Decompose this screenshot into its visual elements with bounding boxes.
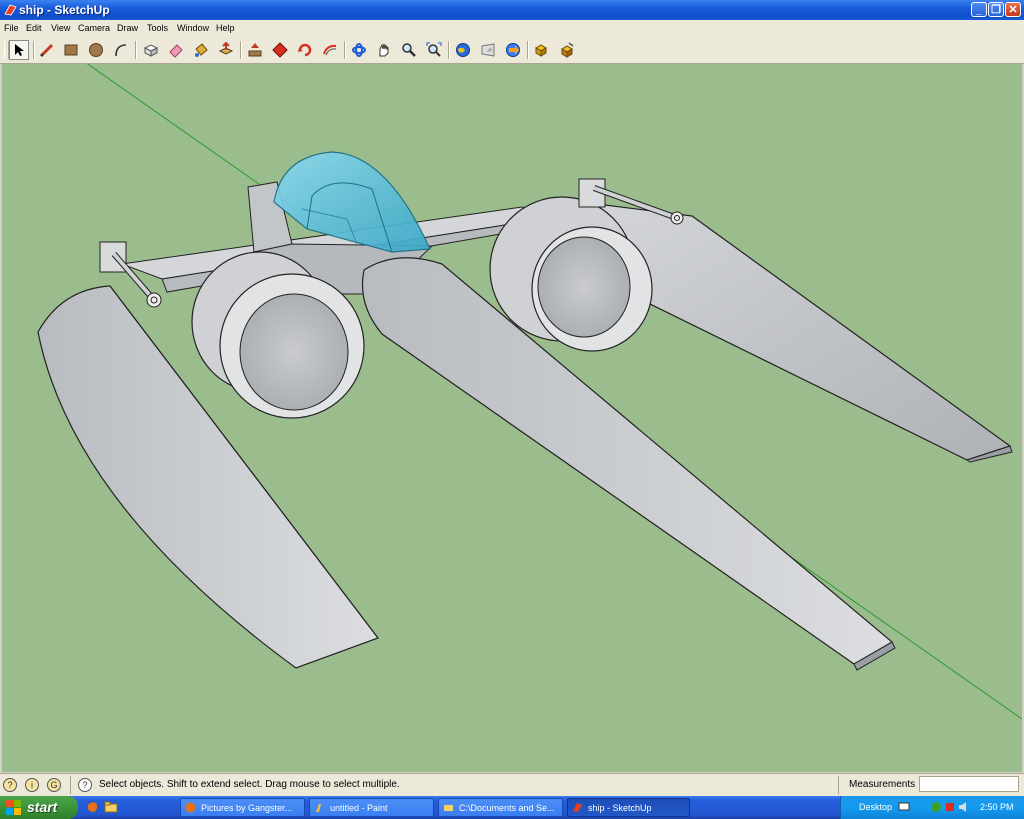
ship-model-drawing: [37, 64, 1022, 720]
folder-icon: [444, 805, 453, 811]
left-gun-muzzle: [146, 292, 162, 308]
measurements-input[interactable]: [919, 776, 1019, 792]
zoom-icon[interactable]: [399, 40, 419, 60]
arc-icon[interactable]: [111, 40, 131, 60]
zoom-extents-icon[interactable]: [424, 40, 444, 60]
eraser-icon[interactable]: [166, 40, 186, 60]
right-pod: [595, 203, 1012, 461]
restore-button[interactable]: ❐: [988, 2, 1004, 17]
menu-edit[interactable]: Edit: [26, 23, 42, 33]
volume-icon[interactable]: [958, 801, 970, 813]
rotate-icon[interactable]: [270, 40, 290, 60]
paint-bucket-icon[interactable]: [191, 40, 211, 60]
google-earth-icon[interactable]: [453, 40, 473, 60]
signin-icon[interactable]: G: [47, 778, 61, 792]
right-engine-intake: [537, 236, 631, 338]
status-bar: ? i G ? Select objects. Shift to extend …: [0, 773, 1024, 796]
taskbar-item-explorer[interactable]: C:\Documents and Se...: [438, 798, 563, 817]
share-model-icon[interactable]: [503, 40, 523, 60]
cockpit-canopy: [273, 151, 431, 253]
get-models-icon[interactable]: [478, 40, 498, 60]
menu-camera[interactable]: Camera: [78, 23, 110, 33]
title-bar: ship - SketchUp _ ❐ ✕: [0, 0, 1024, 20]
taskbar-item-sketchup[interactable]: ship - SketchUp: [567, 798, 690, 817]
toolbar-separator: [135, 41, 137, 59]
desktop-toolbar-label[interactable]: Desktop: [859, 802, 892, 812]
offset-icon[interactable]: [295, 40, 315, 60]
menu-help[interactable]: Help: [216, 23, 235, 33]
push-pull-icon[interactable]: [216, 40, 236, 60]
taskbar-item-label: C:\Documents and Se...: [459, 803, 555, 813]
toolbar-separator: [240, 41, 242, 59]
start-label: start: [27, 799, 58, 815]
materials-icon[interactable]: [557, 40, 577, 60]
measurements-label: Measurements: [849, 779, 916, 790]
menu-draw[interactable]: Draw: [117, 23, 138, 33]
taskbar-item-pictures[interactable]: Pictures by Gangster...: [180, 798, 305, 817]
menu-bar: File Edit View Camera Draw Tools Window …: [0, 20, 1024, 37]
minimize-button[interactable]: _: [971, 2, 987, 17]
move-icon[interactable]: [245, 40, 265, 60]
components-icon[interactable]: [532, 40, 552, 60]
right-gun-muzzle: [670, 211, 684, 225]
pencil-icon[interactable]: [37, 40, 57, 60]
taskbar-item-label: untitled - Paint: [330, 803, 388, 813]
taskbar-item-label: ship - SketchUp: [588, 803, 652, 813]
start-button[interactable]: start: [0, 796, 78, 819]
close-button[interactable]: ✕: [1005, 2, 1021, 17]
taskbar-item-paint[interactable]: untitled - Paint: [309, 798, 434, 817]
firefox-icon[interactable]: [86, 800, 100, 814]
desktop-icon[interactable]: [898, 801, 910, 813]
windows-logo-icon: [6, 800, 21, 815]
window-title: ship - SketchUp: [19, 3, 110, 17]
security-icon[interactable]: [944, 801, 956, 813]
rectangle-icon[interactable]: [61, 40, 81, 60]
orbit-icon[interactable]: [349, 40, 369, 60]
circle-icon[interactable]: [86, 40, 106, 60]
paint-icon: [316, 804, 321, 812]
toolbar-separator: [33, 41, 35, 59]
select-icon[interactable]: [9, 40, 29, 60]
drawing-viewport[interactable]: [2, 64, 1022, 772]
windows-taskbar: start Pictures by Gangster... untitled -…: [0, 796, 1024, 819]
system-tray: Desktop 2:50 PM: [840, 796, 1024, 819]
taskbar-item-label: Pictures by Gangster...: [201, 803, 293, 813]
menu-file[interactable]: File: [4, 23, 19, 33]
clock[interactable]: 2:50 PM: [980, 802, 1014, 812]
sketchup-app-icon: [4, 4, 17, 16]
status-message: Select objects. Shift to extend select. …: [99, 779, 400, 790]
make-component-icon[interactable]: [141, 40, 161, 60]
menu-view[interactable]: View: [51, 23, 70, 33]
folder-icon[interactable]: [104, 800, 118, 814]
geo-location-icon[interactable]: ?: [3, 778, 17, 792]
sketchup-app-icon: [573, 803, 582, 812]
network-icon[interactable]: [930, 801, 942, 813]
toolbar-separator: [344, 41, 346, 59]
status-divider: [70, 776, 71, 794]
main-toolbar: [0, 37, 1024, 64]
pan-icon[interactable]: [374, 40, 394, 60]
menu-tools[interactable]: Tools: [147, 23, 168, 33]
credits-icon[interactable]: i: [25, 778, 39, 792]
firefox-icon: [185, 802, 196, 813]
menu-window[interactable]: Window: [177, 23, 209, 33]
help-icon[interactable]: ?: [78, 778, 92, 792]
follow-me-icon[interactable]: [320, 40, 340, 60]
status-divider: [838, 776, 839, 794]
toolbar-separator: [448, 41, 450, 59]
toolbar-separator: [527, 41, 529, 59]
